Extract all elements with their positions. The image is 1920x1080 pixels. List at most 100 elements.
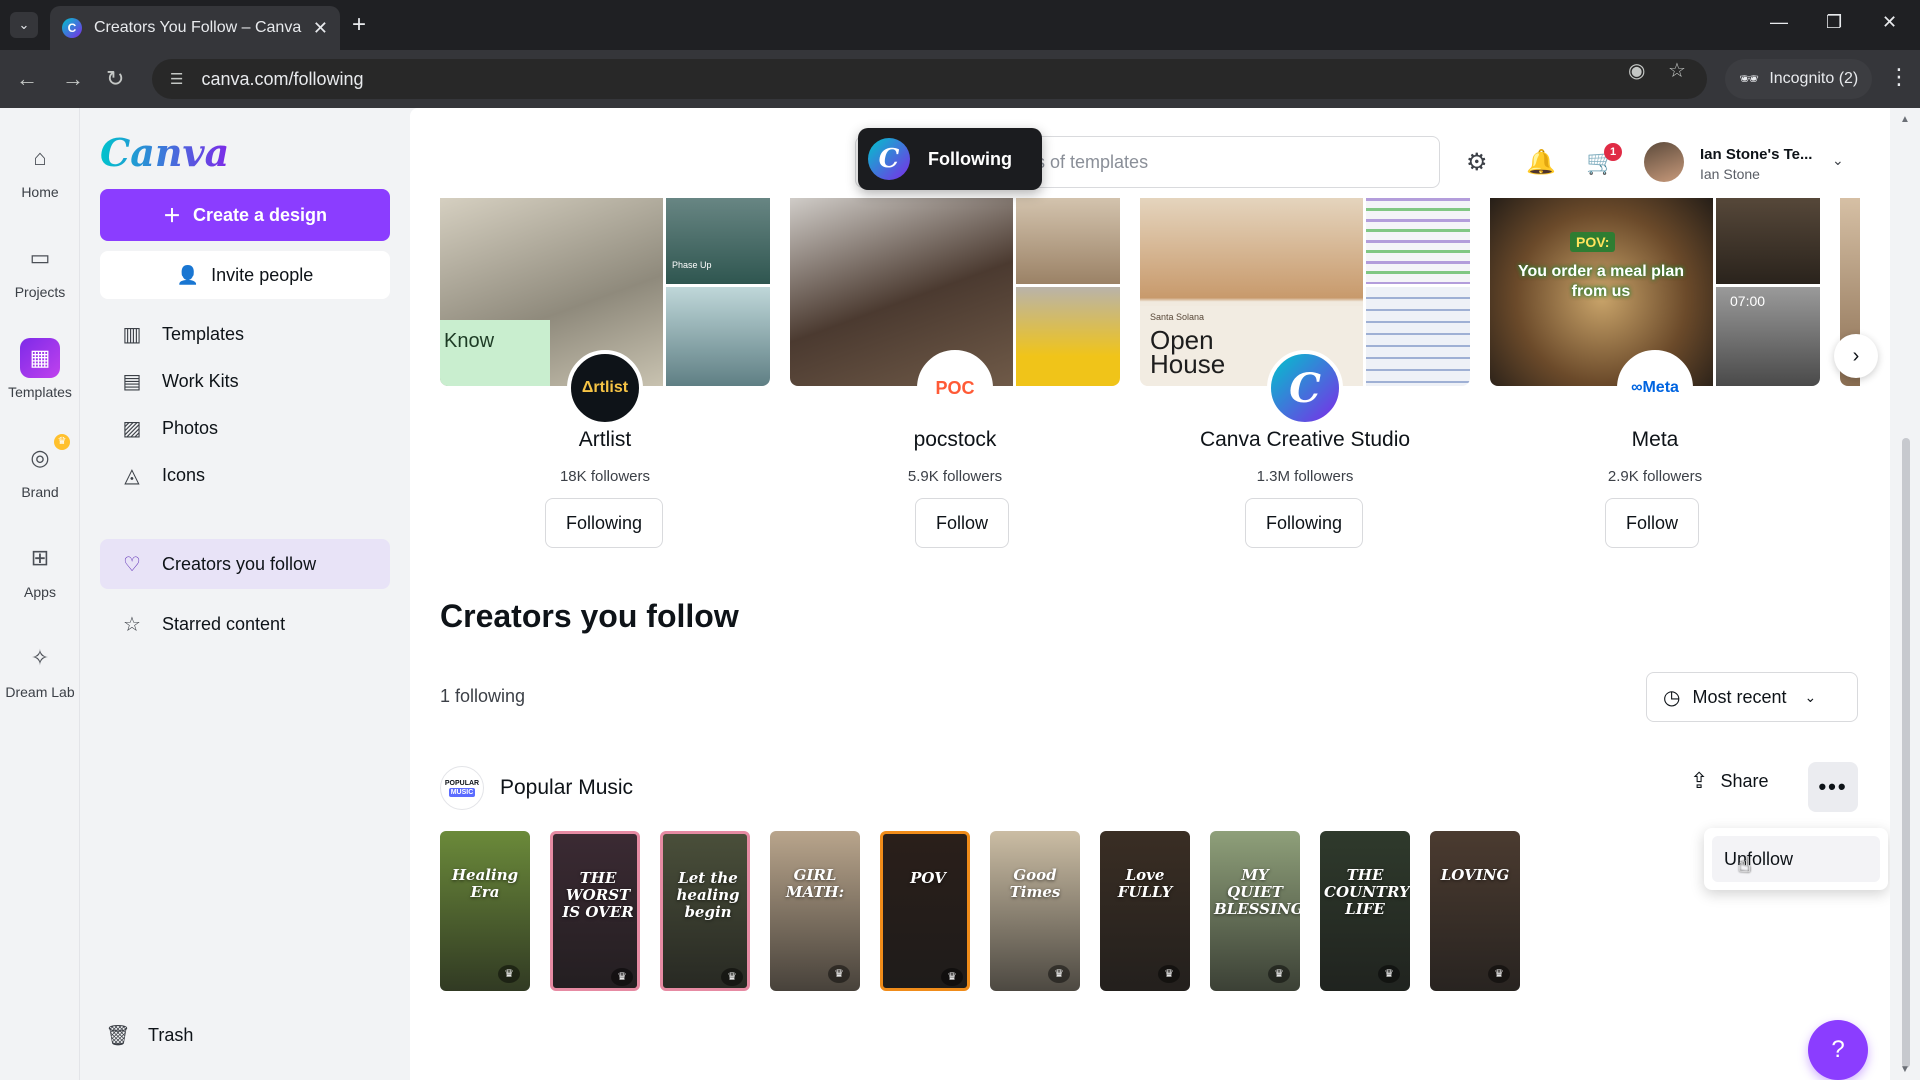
main-content: Know Phase Up Δrtlist Artlist 18K follow… bbox=[410, 108, 1890, 1080]
template-thumbnail[interactable]: GIRL MATH: ♛ bbox=[770, 831, 860, 991]
template-thumbnail[interactable]: Healing Era ♛ bbox=[440, 831, 530, 991]
creator-avatar: POC bbox=[917, 350, 993, 426]
follow-button[interactable]: Follow bbox=[1605, 498, 1700, 548]
card-overlay-text: Phase Up bbox=[672, 260, 712, 270]
rail-label: Home bbox=[21, 184, 59, 200]
sidebar-item-starred[interactable]: ☆ Starred content bbox=[100, 599, 390, 649]
new-tab-icon[interactable]: + bbox=[352, 12, 366, 38]
creator-name: pocstock bbox=[913, 428, 997, 451]
canva-favicon-icon: C bbox=[62, 18, 82, 38]
create-design-button[interactable]: ＋ Create a design bbox=[100, 189, 390, 241]
template-thumbnail[interactable]: MY QUIET BLESSING ♛ bbox=[1210, 831, 1300, 991]
reload-icon[interactable]: ↻ bbox=[106, 64, 124, 94]
scroll-down-arrow-icon[interactable]: ▼ bbox=[1900, 1064, 1910, 1075]
following-button[interactable]: Following bbox=[545, 498, 664, 548]
sidebar-item-work-kits[interactable]: ▤ Work Kits bbox=[100, 356, 390, 406]
share-icon: ⇪ bbox=[1690, 768, 1709, 793]
avatar[interactable] bbox=[1644, 142, 1684, 182]
rail-templates[interactable]: ▦ Templates bbox=[0, 338, 80, 400]
template-thumbnail[interactable]: THE WORST IS OVER ♛ bbox=[550, 831, 640, 991]
creator-name: Canva Creative Studio bbox=[1199, 428, 1411, 451]
template-thumbnail[interactable]: POV ♛ bbox=[880, 831, 970, 991]
tracking-protection-icon[interactable]: ◉ bbox=[1628, 58, 1645, 83]
rail-brand[interactable]: ◎ ♛ Brand bbox=[0, 434, 80, 500]
context-menu: Unfollow bbox=[1704, 828, 1888, 890]
tab-title: Creators You Follow – Canva bbox=[94, 19, 302, 36]
rail-projects[interactable]: ▭ Projects bbox=[0, 238, 80, 300]
sidebar-item-templates[interactable]: ▥ Templates bbox=[100, 309, 390, 359]
premium-crown-icon: ♛ bbox=[1378, 965, 1400, 983]
template-thumbnail[interactable]: Love FULLY ♛ bbox=[1100, 831, 1190, 991]
share-button[interactable]: ⇪ Share bbox=[1690, 768, 1768, 794]
invite-people-button[interactable]: 👤 Invite people bbox=[100, 251, 390, 299]
tab-close-icon[interactable]: ✕ bbox=[313, 18, 328, 39]
more-options-icon[interactable]: ••• bbox=[1808, 762, 1858, 812]
folder-icon: ▭ bbox=[29, 245, 51, 270]
template-thumbnail[interactable]: THE COUNTRY LIFE ♛ bbox=[1320, 831, 1410, 991]
sidebar-item-creators-you-follow[interactable]: ♡ Creators you follow bbox=[100, 539, 390, 589]
briefcase-icon: ▤ bbox=[122, 370, 142, 393]
creator-row-name[interactable]: Popular Music bbox=[500, 776, 633, 800]
card-preview-image: Santa Solana Open House bbox=[1140, 190, 1363, 386]
scrollbar[interactable]: ▲ ▼ bbox=[1890, 108, 1920, 1080]
restore-icon[interactable]: ❐ bbox=[1826, 12, 1842, 33]
rail-label: Templates bbox=[8, 384, 72, 400]
incognito-indicator[interactable]: 🕶 Incognito (2) bbox=[1725, 59, 1873, 99]
settings-gear-icon[interactable]: ⚙ bbox=[1466, 148, 1488, 177]
bookmark-star-icon[interactable]: ☆ bbox=[1668, 58, 1686, 83]
chevron-down-icon: ⌄ bbox=[1804, 688, 1817, 705]
account-team: Ian Stone's Te... bbox=[1700, 146, 1813, 163]
minimize-icon[interactable]: — bbox=[1770, 12, 1788, 33]
canva-logo[interactable]: Canva bbox=[100, 130, 229, 175]
card-overlay-text: Know bbox=[440, 320, 550, 386]
template-thumbnail[interactable]: Let the healing begin ♛ bbox=[660, 831, 750, 991]
follow-button[interactable]: Follow bbox=[915, 498, 1010, 548]
following-count: 1 following bbox=[440, 686, 526, 706]
notification-bell-icon[interactable]: 🔔 bbox=[1526, 148, 1556, 177]
rail-apps[interactable]: ⊞ Apps bbox=[0, 538, 80, 600]
card-preview-image bbox=[790, 190, 1013, 386]
template-thumbnail[interactable]: Good Times ♛ bbox=[990, 831, 1080, 991]
sidebar-item-trash[interactable]: 🗑 Trash bbox=[86, 1010, 376, 1060]
thumbnail-title: Let the healing begin bbox=[676, 869, 740, 921]
scroll-thumb[interactable] bbox=[1902, 438, 1910, 1068]
account-switcher[interactable]: Ian Stone's Te... Ian Stone bbox=[1700, 146, 1812, 182]
creator-card-pocstock[interactable]: POC pocstock 5.9K followers Follow bbox=[790, 190, 1120, 548]
browser-tab[interactable]: C Creators You Follow – Canva ✕ bbox=[50, 6, 340, 50]
incognito-label: Incognito (2) bbox=[1769, 70, 1859, 87]
card-preview-image: Know bbox=[440, 190, 663, 386]
following-button[interactable]: Following bbox=[1245, 498, 1364, 548]
template-thumbnail[interactable]: LOVING ♛ bbox=[1430, 831, 1520, 991]
creator-followers: 1.3M followers bbox=[1256, 468, 1354, 485]
chevron-down-icon[interactable]: ⌄ bbox=[1832, 152, 1844, 169]
creator-card-canva-creative-studio[interactable]: Santa Solana Open House C Canva Creative… bbox=[1140, 190, 1470, 548]
tab-list-chevron-icon[interactable]: ⌄ bbox=[10, 12, 38, 38]
address-bar[interactable]: ☰ canva.com/following bbox=[152, 59, 1707, 99]
rail-label: Apps bbox=[24, 584, 56, 600]
popular-music-logo[interactable]: POPULAR MUSIC bbox=[440, 766, 484, 810]
back-icon[interactable]: ← bbox=[16, 64, 38, 94]
image-icon: ▨ bbox=[122, 417, 142, 440]
layout-icon: ▥ bbox=[122, 323, 142, 346]
scroll-up-arrow-icon[interactable]: ▲ bbox=[1900, 114, 1910, 125]
rail-dream-lab[interactable]: ✧ Dream Lab bbox=[0, 638, 80, 700]
browser-menu-icon[interactable]: ⋮ bbox=[1888, 64, 1910, 90]
sidebar-item-photos[interactable]: ▨ Photos bbox=[100, 403, 390, 453]
help-button[interactable]: ? bbox=[1808, 1020, 1868, 1080]
sidebar-item-icons[interactable]: ◬ Icons bbox=[100, 450, 390, 500]
sort-dropdown[interactable]: ◷ Most recent ⌄ bbox=[1646, 672, 1858, 722]
invite-people-label: Invite people bbox=[211, 264, 314, 285]
carousel-next-chevron-icon[interactable]: › bbox=[1834, 334, 1878, 378]
rail-label: Brand bbox=[21, 484, 59, 500]
rail-home[interactable]: ⌂ Home bbox=[0, 138, 80, 200]
creator-card-artlist[interactable]: Know Phase Up Δrtlist Artlist 18K follow… bbox=[440, 190, 770, 548]
thumbnail-title: POV bbox=[910, 869, 946, 887]
creator-card-meta[interactable]: POV: You order a meal plan from us 07:00… bbox=[1490, 190, 1820, 548]
card-preview-image bbox=[1016, 287, 1120, 386]
site-info-icon[interactable]: ☰ bbox=[170, 70, 183, 88]
premium-crown-icon: ♛ bbox=[721, 968, 743, 986]
forward-icon[interactable]: → bbox=[62, 64, 84, 94]
window-close-icon[interactable]: ✕ bbox=[1882, 12, 1897, 33]
page-title: Creators you follow bbox=[440, 598, 739, 634]
creator-name: Artlist bbox=[578, 428, 632, 451]
